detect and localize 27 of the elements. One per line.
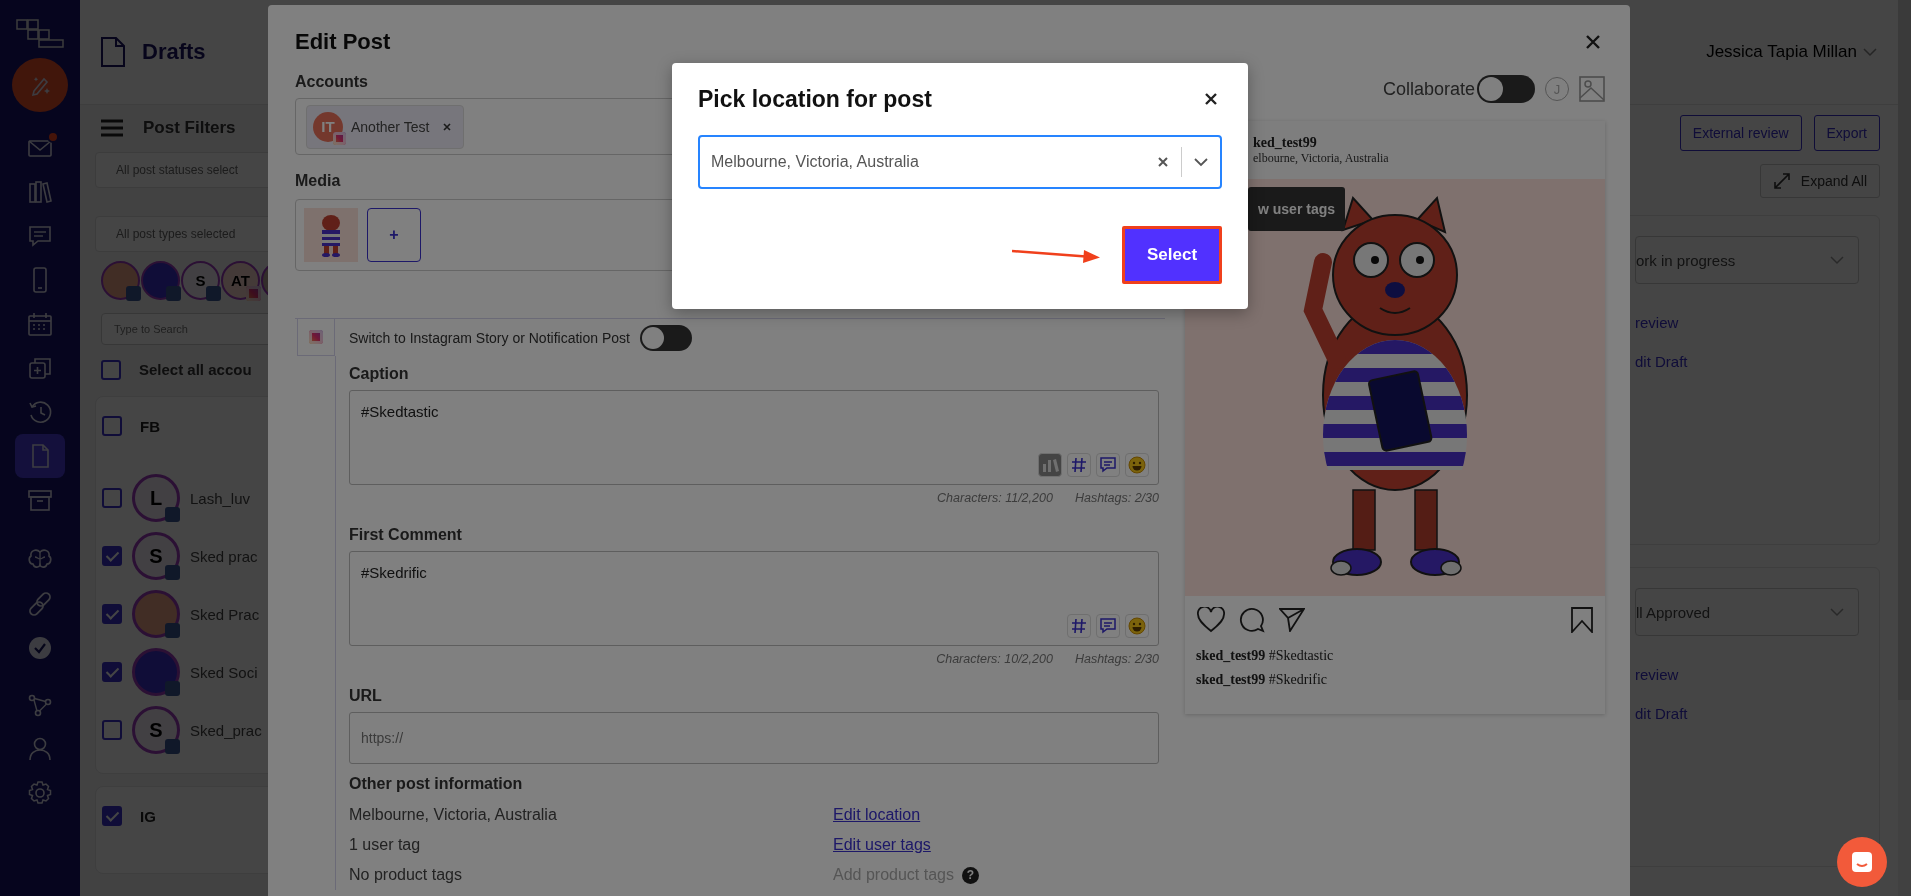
character-count: Characters: 11/2,200 — [937, 491, 1053, 505]
section-title: Other post information — [349, 774, 524, 794]
hashtag-count: Hashtags: 2/30 — [1074, 652, 1159, 666]
account-avatar: IT — [313, 111, 343, 142]
dialog-title: Pick location for post — [698, 85, 932, 113]
account-avatar: L — [132, 474, 180, 522]
account-avatar: S — [132, 706, 180, 754]
account-avatar: S — [132, 532, 180, 580]
preview-comment: sked_test99 #Skedtastic — [1195, 647, 1335, 665]
field-label: Media — [295, 171, 342, 191]
field-label: Caption — [349, 364, 410, 384]
preview-location: elbourne, Victoria, Australia — [1253, 150, 1390, 166]
info-text: No product tags — [349, 866, 463, 884]
group-name: IG — [140, 807, 156, 825]
character-count: Characters: 10/2,200 — [936, 652, 1053, 666]
preview-username: ked_test99 — [1253, 134, 1318, 151]
dialog-title: Edit Post — [295, 29, 391, 55]
field-label: Accounts — [295, 72, 369, 92]
collaborate-label: Collaborate — [1382, 78, 1475, 100]
hashtag-count: Hashtags: 2/30 — [1074, 491, 1159, 505]
preview-comment: sked_test99 #Skedrific — [1195, 671, 1329, 689]
info-text: Melbourne, Victoria, Australia — [349, 806, 558, 824]
group-name: FB — [140, 417, 160, 435]
info-text: 1 user tag — [349, 836, 422, 854]
field-label: First Comment — [349, 525, 463, 545]
page-title: Drafts — [142, 39, 206, 65]
field-label: URL — [349, 686, 383, 706]
